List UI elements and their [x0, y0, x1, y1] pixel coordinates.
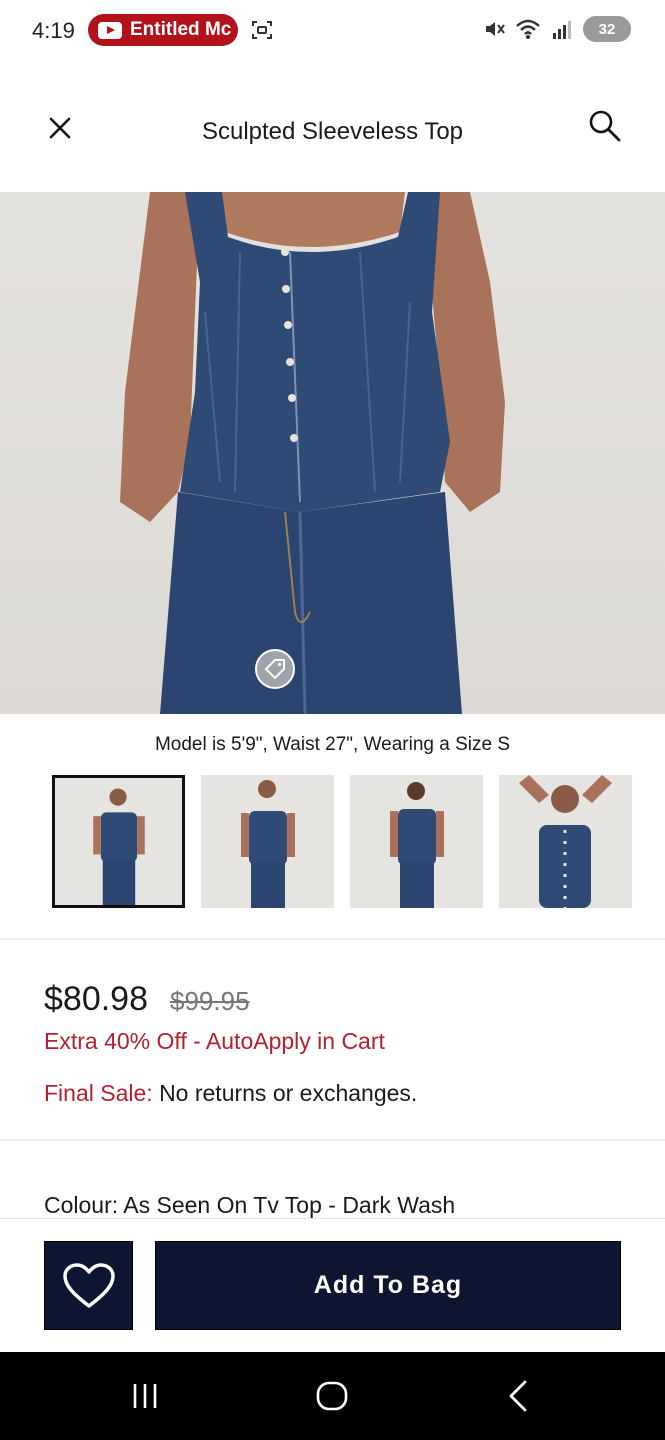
back-icon	[509, 1380, 527, 1412]
add-to-bag-button[interactable]: Add To Bag	[155, 1241, 621, 1330]
action-bar: Add To Bag	[0, 1218, 665, 1352]
signal-icon	[553, 21, 571, 39]
final-sale-notice: Final Sale: No returns or exchanges.	[44, 1080, 417, 1107]
colour-label: Colour:	[44, 1192, 119, 1218]
wishlist-button[interactable]	[44, 1241, 133, 1330]
back-button[interactable]	[493, 1374, 543, 1418]
status-bar: 4:19 Entitled Mc 32	[0, 0, 665, 62]
system-nav-bar	[0, 1352, 665, 1440]
thumbnail-image	[390, 782, 444, 908]
final-sale-label: Final Sale:	[44, 1080, 153, 1106]
price-row: $80.98 $99.95	[44, 980, 250, 1019]
search-icon	[589, 110, 621, 142]
model-info: Model is 5'9", Waist 27", Wearing a Size…	[154, 734, 511, 755]
home-button[interactable]	[307, 1374, 357, 1418]
youtube-icon	[98, 21, 122, 39]
notification-app-label: Entitled Mc	[130, 19, 232, 40]
divider	[0, 938, 665, 940]
product-photo	[120, 192, 505, 714]
status-time: 4:19	[32, 18, 75, 43]
thumbnail-2[interactable]	[201, 775, 334, 908]
current-price: $80.98	[44, 980, 148, 1018]
thumbnail-4[interactable]	[499, 775, 632, 908]
home-icon	[316, 1381, 348, 1411]
recents-icon	[133, 1384, 157, 1408]
colour-value: As Seen On Tv Top - Dark Wash	[123, 1192, 456, 1218]
heart-icon	[62, 1262, 115, 1308]
thumbnail-image	[93, 788, 145, 905]
page-title: Sculpted Sleeveless Top	[201, 118, 464, 145]
app-header: Sculpted Sleeveless Top	[0, 62, 665, 192]
product-hero-image[interactable]	[0, 192, 665, 714]
notification-pill[interactable]: Entitled Mc	[88, 14, 238, 46]
colour-row: Colour: As Seen On Tv Top - Dark Wash	[44, 1192, 455, 1219]
thumbnail-image	[241, 780, 295, 908]
promo-text: Extra 40% Off - AutoApply in Cart	[44, 1028, 385, 1054]
status-icons: 32	[483, 16, 631, 42]
final-sale-text: No returns or exchanges.	[159, 1080, 418, 1106]
thumbnail-1[interactable]	[52, 775, 185, 908]
tag-icon	[264, 659, 285, 680]
thumbnail-3[interactable]	[350, 775, 483, 908]
shop-the-look-button[interactable]	[255, 649, 295, 689]
screenshot-icon	[252, 21, 272, 39]
mute-icon	[486, 22, 505, 36]
wifi-icon	[516, 19, 540, 39]
original-price: $99.95	[170, 986, 250, 1016]
thumbnail-strip	[52, 775, 632, 908]
recent-apps-button[interactable]	[120, 1374, 170, 1418]
search-button[interactable]	[585, 106, 625, 146]
divider	[0, 1139, 665, 1141]
thumbnail-image	[519, 775, 612, 908]
battery-icon: 32	[583, 16, 631, 42]
